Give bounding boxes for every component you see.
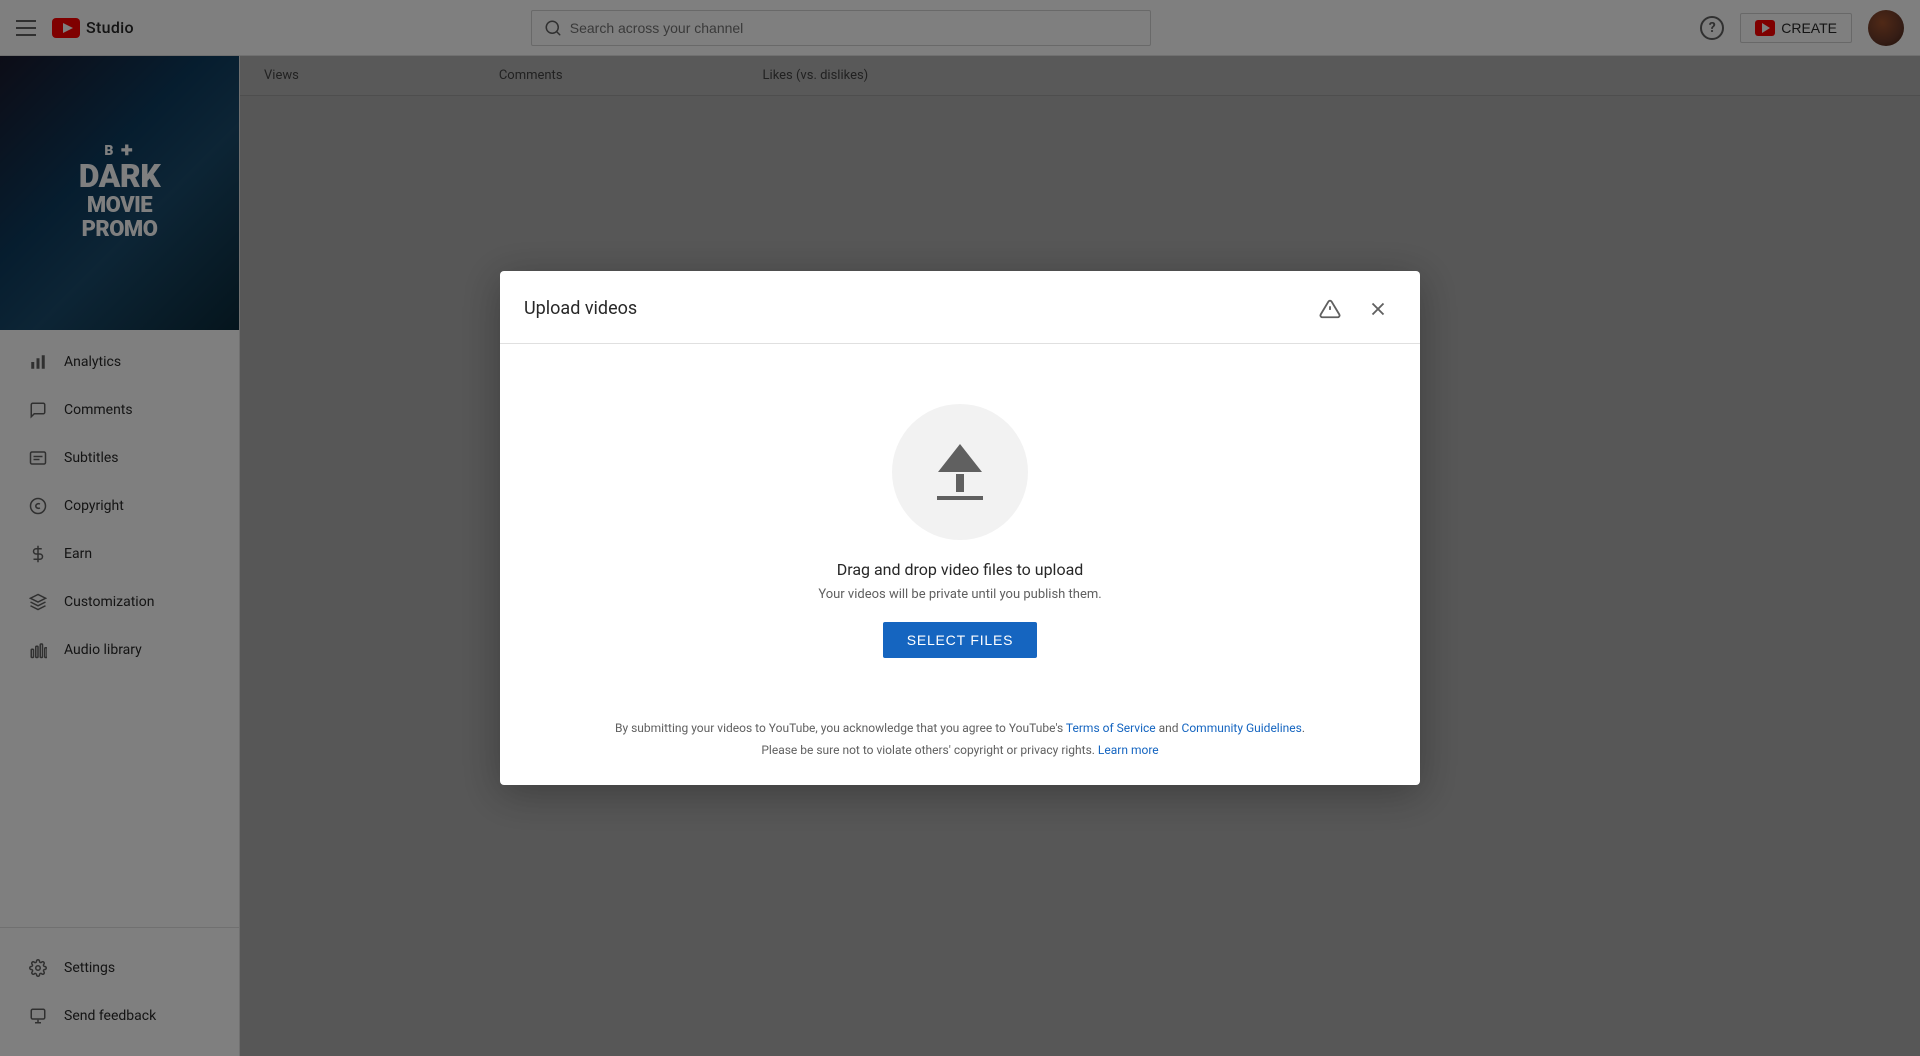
and-text: and	[1156, 721, 1182, 735]
learn-more-link[interactable]: Learn more	[1098, 743, 1159, 757]
drag-drop-text: Drag and drop video files to upload	[837, 560, 1084, 579]
upload-modal: Upload videos	[500, 271, 1420, 785]
modal-title: Upload videos	[524, 298, 637, 319]
community-link[interactable]: Community Guidelines	[1182, 721, 1302, 735]
legal-before: By submitting your videos to YouTube, yo…	[615, 721, 1066, 735]
modal-overlay: Upload videos	[0, 0, 1920, 1056]
private-notice: Your videos will be private until you pu…	[818, 587, 1101, 602]
modal-header: Upload videos	[500, 271, 1420, 344]
upload-icon-circle	[892, 404, 1028, 540]
modal-footer: By submitting your videos to YouTube, yo…	[500, 698, 1420, 785]
arrow-stem	[956, 474, 964, 492]
modal-header-actions	[1312, 291, 1396, 327]
modal-body: Drag and drop video files to upload Your…	[500, 344, 1420, 698]
alert-button[interactable]	[1312, 291, 1348, 327]
upload-area: Drag and drop video files to upload Your…	[818, 404, 1101, 658]
legal-text: By submitting your videos to YouTube, yo…	[540, 718, 1380, 761]
upload-arrow-icon	[937, 444, 983, 500]
terms-link[interactable]: Terms of Service	[1066, 721, 1156, 735]
select-files-button[interactable]: SELECT FILES	[883, 622, 1038, 658]
close-button[interactable]	[1360, 291, 1396, 327]
arrow-up	[938, 444, 982, 472]
arrow-base	[937, 496, 983, 500]
